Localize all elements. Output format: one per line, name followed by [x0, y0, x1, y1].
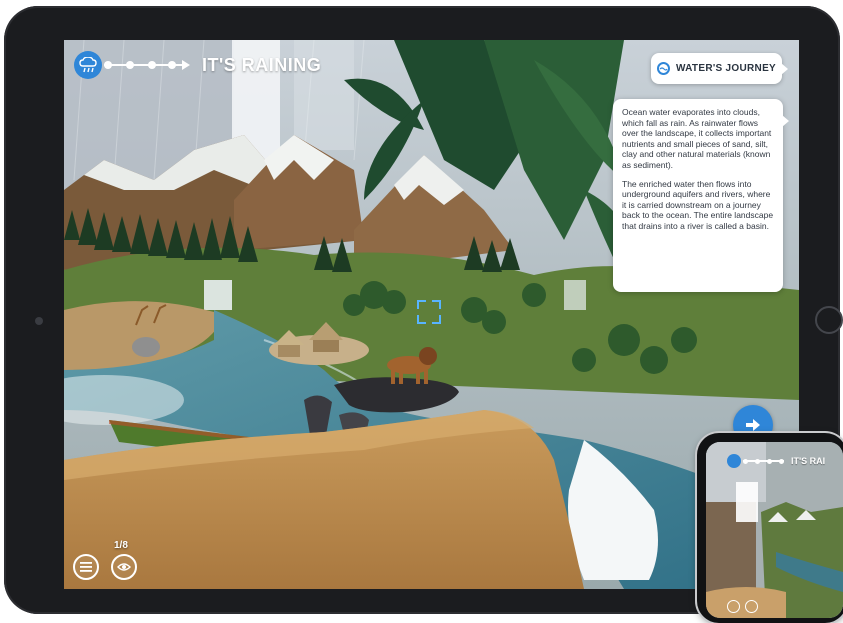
waters-journey-label: WATER'S JOURNEY: [675, 63, 777, 74]
arrow-right-icon: [746, 419, 760, 431]
iphone-device: IT'S RAI: [697, 433, 843, 623]
info-paragraph-2: The enriched water then flows into under…: [622, 178, 774, 231]
menu-icon: [80, 562, 92, 572]
view-button[interactable]: [111, 554, 137, 580]
eye-icon: [117, 563, 131, 571]
iphone-ar-scene: [706, 442, 843, 618]
menu-button[interactable]: [73, 554, 99, 580]
info-card: Ocean water evaporates into clouds, whic…: [613, 99, 789, 292]
stage-progress-track: [104, 58, 190, 72]
progress-hud: IT'S RAINING: [74, 50, 321, 80]
iphone-progress-track: [743, 457, 787, 465]
cloud-rain-icon: [727, 454, 741, 468]
iphone-screen: IT'S RAI: [706, 442, 843, 618]
iphone-menu-button[interactable]: [727, 600, 740, 613]
waters-journey-button[interactable]: WATER'S JOURNEY: [651, 53, 788, 84]
info-paragraph-1: Ocean water evaporates into clouds, whic…: [622, 107, 772, 170]
ar-screen: IT'S RAINING WATER'S JOURNEY Ocean water…: [64, 40, 799, 589]
cloud-rain-icon: [74, 51, 102, 79]
progress-step-dot: [126, 61, 134, 69]
iphone-progress-hud: IT'S RAI: [727, 454, 825, 468]
stage-title: IT'S RAINING: [202, 54, 322, 75]
progress-step-dot: [148, 61, 156, 69]
water-globe-icon: [656, 62, 670, 75]
step-counter: 1/8: [114, 540, 128, 551]
progress-step-dot: [168, 61, 176, 69]
ipad-camera: [35, 317, 43, 325]
focus-reticle: [417, 300, 441, 324]
iphone-stage-title: IT'S RAI: [791, 456, 826, 466]
iphone-view-button[interactable]: [745, 600, 758, 613]
progress-step-dot: [104, 61, 112, 69]
progress-arrow-icon: [182, 60, 190, 70]
ipad-home-button: [815, 306, 843, 334]
